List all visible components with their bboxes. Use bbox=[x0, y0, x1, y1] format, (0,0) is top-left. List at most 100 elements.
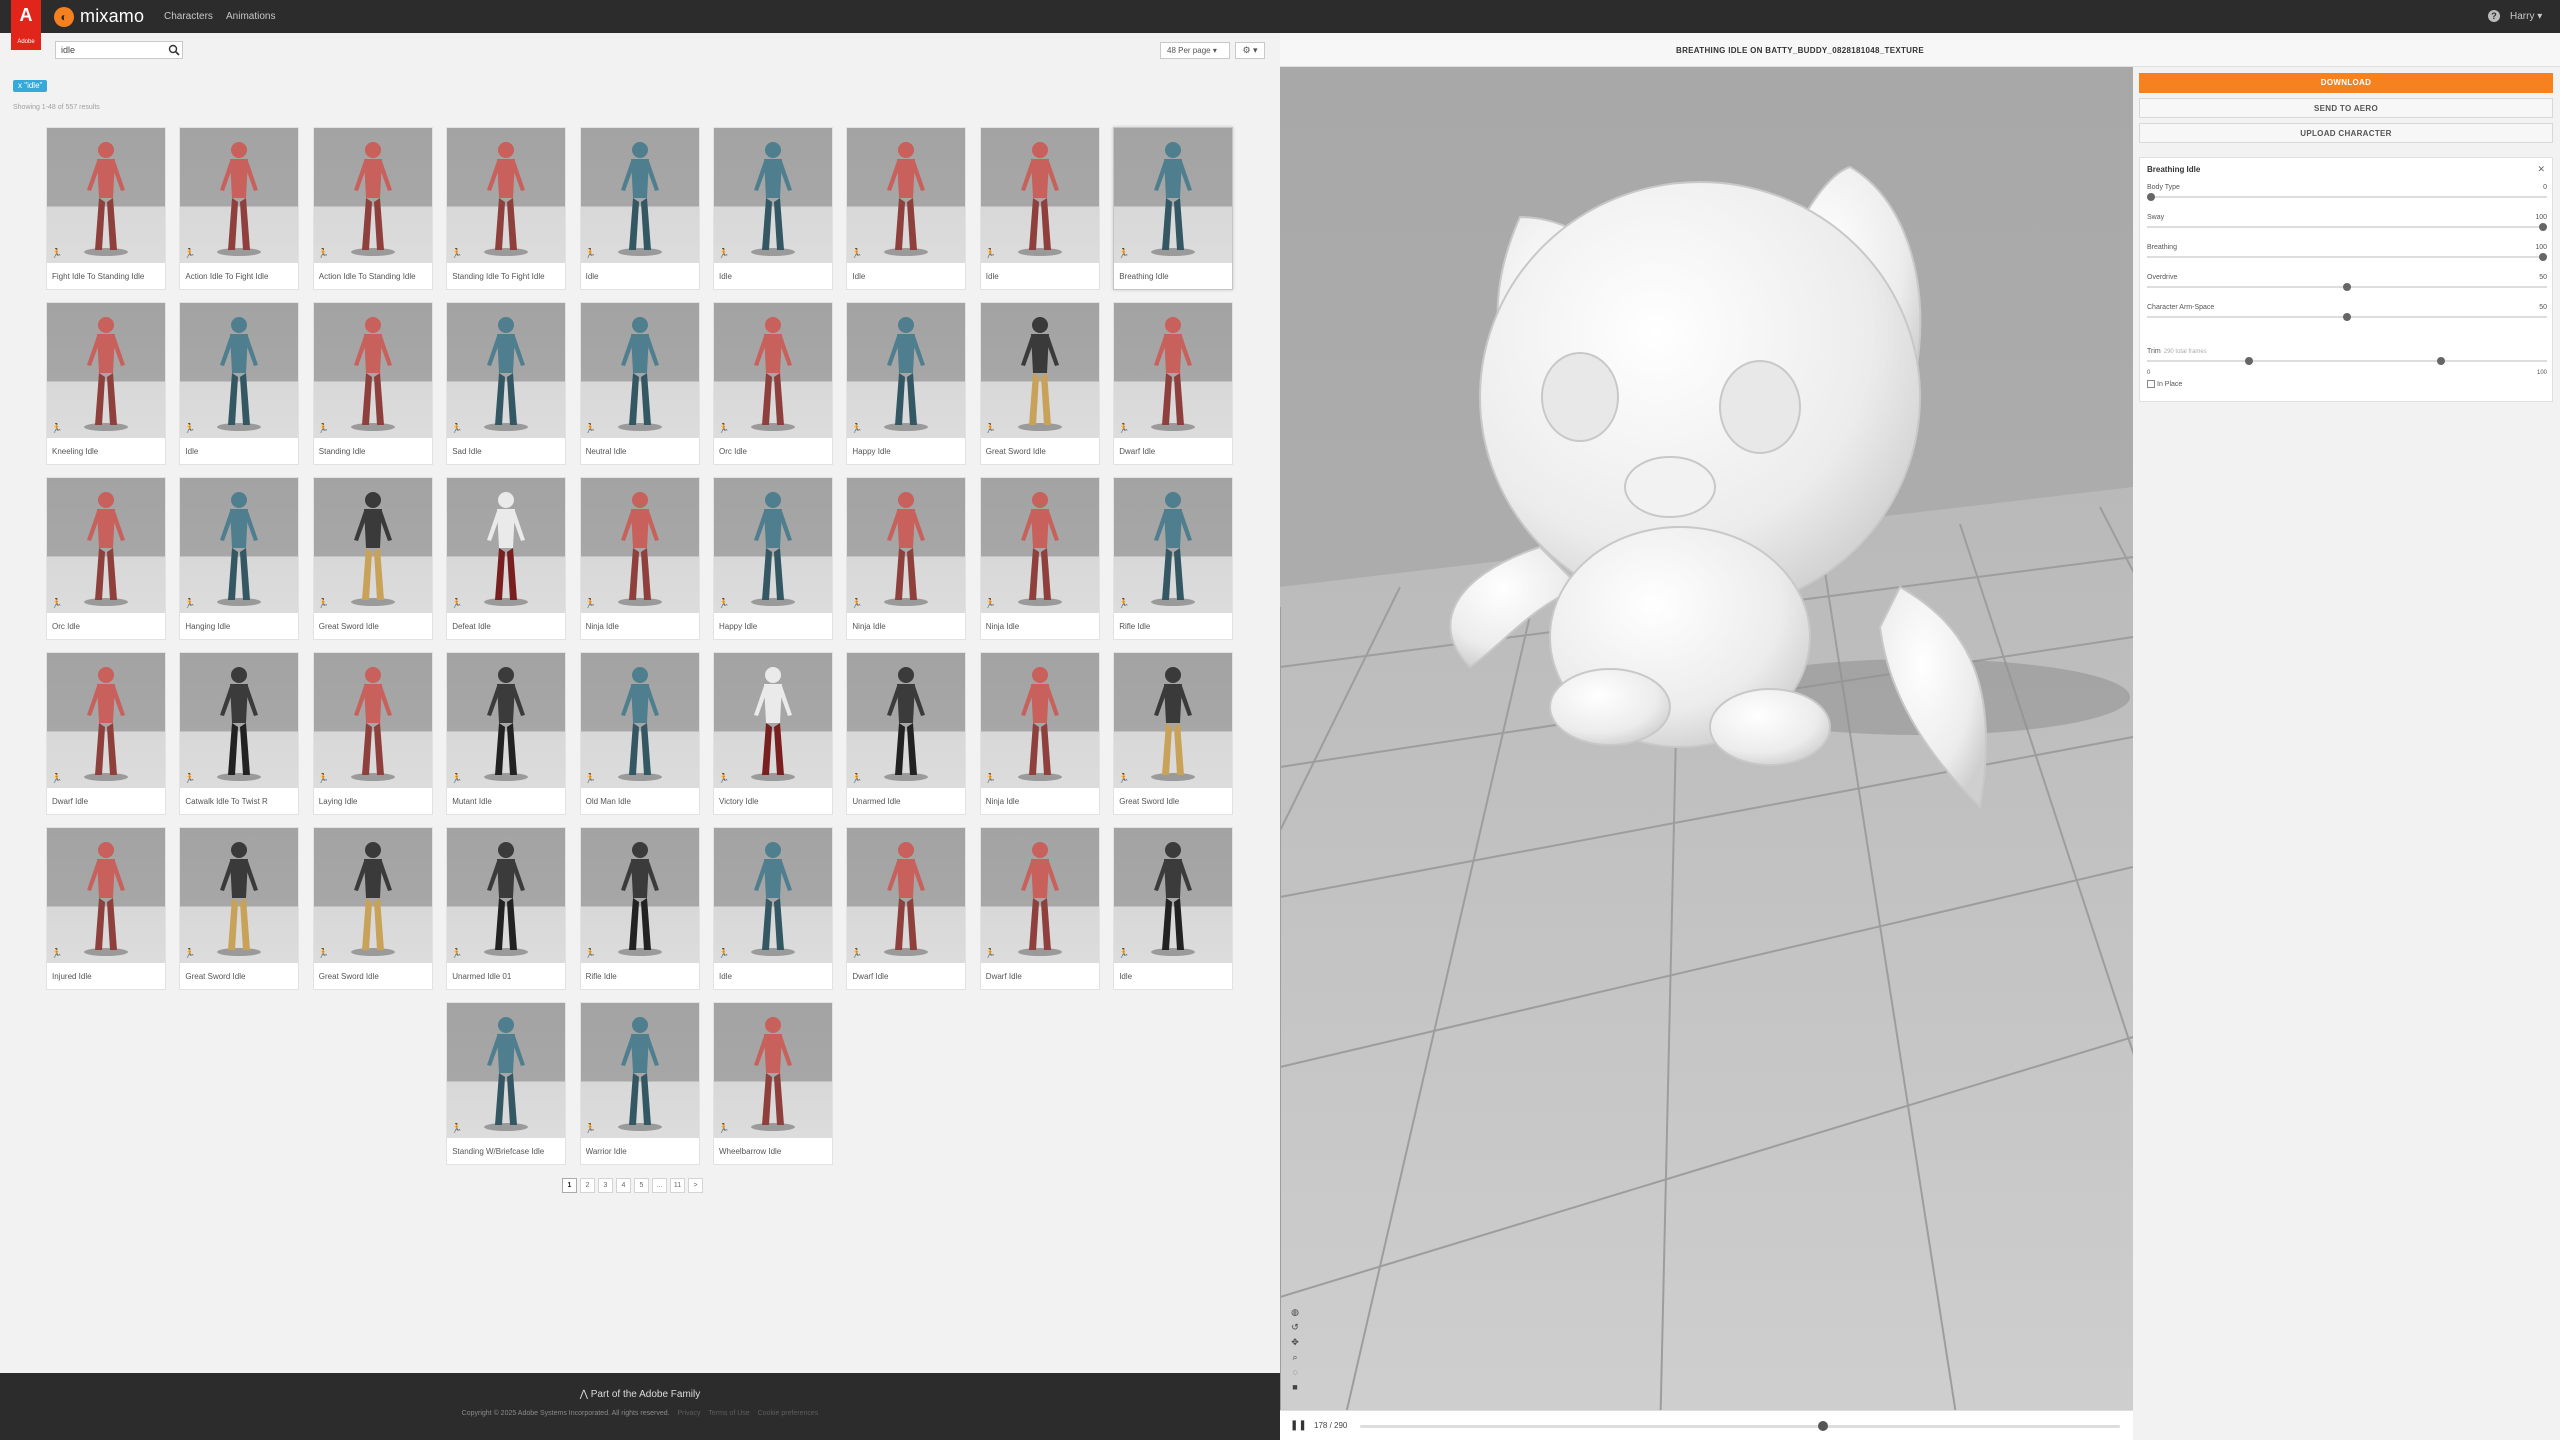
animation-card[interactable]: 🏃 Dwarf Idle bbox=[846, 827, 967, 990]
page-button[interactable]: 3 bbox=[598, 1178, 613, 1193]
animation-card[interactable]: 🏃 Happy Idle bbox=[846, 302, 967, 465]
param-slider-knob[interactable] bbox=[2539, 223, 2547, 231]
animation-card[interactable]: 🏃 Great Sword Idle bbox=[979, 302, 1100, 465]
param-slider-track[interactable] bbox=[2147, 223, 2547, 231]
search-icon[interactable] bbox=[168, 44, 180, 56]
param-slider-knob[interactable] bbox=[2343, 313, 2351, 321]
animation-card[interactable]: 🏃 Old Man Idle bbox=[579, 652, 700, 815]
animation-card[interactable]: 🏃 Standing W/Briefcase Idle bbox=[446, 1002, 567, 1165]
animation-card[interactable]: 🏃 Fight Idle To Standing Idle bbox=[46, 127, 166, 290]
page-button[interactable]: > bbox=[688, 1178, 703, 1193]
nav-animations-link[interactable]: Animations bbox=[226, 11, 275, 22]
animation-card[interactable]: 🏃 Neutral Idle bbox=[579, 302, 700, 465]
reset-view-icon[interactable]: ↺ bbox=[1290, 1322, 1300, 1332]
cookie-preferences-link[interactable]: Cookie preferences bbox=[758, 1410, 819, 1417]
animation-card[interactable]: 🏃 Great Sword Idle bbox=[179, 827, 300, 990]
animation-card[interactable]: 🏃 Kneeling Idle bbox=[46, 302, 166, 465]
animation-card[interactable]: 🏃 Standing Idle bbox=[312, 302, 433, 465]
filter-chip[interactable]: x "idle" bbox=[13, 80, 48, 92]
animation-card[interactable]: 🏃 Unarmed Idle bbox=[846, 652, 967, 815]
animation-card[interactable]: 🏃 Rifle Idle bbox=[1113, 477, 1234, 640]
animation-card[interactable]: 🏃 Ninja Idle bbox=[979, 652, 1100, 815]
animation-card[interactable]: 🏃 Injured Idle bbox=[46, 827, 166, 990]
close-icon[interactable]: ✕ bbox=[2537, 164, 2545, 175]
in-place-option[interactable]: In Place bbox=[2147, 380, 2182, 388]
animation-card[interactable]: 🏃 Orc Idle bbox=[46, 477, 166, 640]
animation-thumbnail: 🏃 bbox=[847, 653, 966, 788]
animation-card[interactable]: 🏃 Mutant Idle bbox=[446, 652, 567, 815]
animation-card[interactable]: 🏃 Ninja Idle bbox=[979, 477, 1100, 640]
animation-card[interactable]: 🏃 Action Idle To Fight Idle bbox=[179, 127, 300, 290]
animation-card[interactable]: 🏃 Breathing Idle bbox=[1113, 127, 1234, 290]
animation-card[interactable]: 🏃 Dwarf Idle bbox=[1113, 302, 1234, 465]
animation-card[interactable]: 🏃 Great Sword Idle bbox=[312, 827, 433, 990]
3d-viewport[interactable]: ◍ ↺ ✥ ⌕ ◌ ■ ❚❚ 178 / 290 bbox=[1280, 67, 2133, 1440]
user-menu[interactable]: Harry ▾ bbox=[2510, 11, 2542, 22]
animation-card[interactable]: 🏃 Action Idle To Standing Idle bbox=[312, 127, 433, 290]
animation-card[interactable]: 🏃 Rifle Idle bbox=[579, 827, 700, 990]
trim-end-handle[interactable] bbox=[2437, 357, 2446, 365]
animation-card[interactable]: 🏃 Idle bbox=[713, 127, 833, 290]
animation-card[interactable]: 🏃 Happy Idle bbox=[713, 477, 833, 640]
animation-card[interactable]: 🏃 Laying Idle bbox=[312, 652, 433, 815]
in-place-checkbox[interactable] bbox=[2147, 380, 2155, 388]
page-button[interactable]: 4 bbox=[616, 1178, 631, 1193]
animation-card[interactable]: 🏃 Hanging Idle bbox=[179, 477, 300, 640]
download-button[interactable]: DOWNLOAD bbox=[2139, 73, 2553, 93]
page-button[interactable]: ... bbox=[652, 1178, 667, 1193]
animation-card[interactable]: 🏃 Ninja Idle bbox=[579, 477, 700, 640]
nav-characters-link[interactable]: Characters bbox=[164, 11, 213, 22]
orbit-icon[interactable]: ◌ bbox=[1290, 1367, 1300, 1377]
privacy-link[interactable]: Privacy bbox=[678, 1410, 701, 1417]
zoom-icon[interactable]: ⌕ bbox=[1290, 1352, 1300, 1362]
animation-card[interactable]: 🏃 Unarmed Idle 01 bbox=[446, 827, 567, 990]
help-icon[interactable]: ? bbox=[2488, 10, 2500, 22]
animation-card[interactable]: 🏃 Standing Idle To Fight Idle bbox=[446, 127, 567, 290]
param-slider-knob[interactable] bbox=[2147, 193, 2155, 201]
animation-card[interactable]: 🏃 Warrior Idle bbox=[579, 1002, 700, 1165]
timeline-track[interactable] bbox=[1360, 1421, 2120, 1431]
animation-card[interactable]: 🏃 Great Sword Idle bbox=[1113, 652, 1234, 815]
adobe-logo[interactable]: A Adobe bbox=[11, 0, 41, 50]
animation-card[interactable]: 🏃 Great Sword Idle bbox=[312, 477, 433, 640]
pause-icon[interactable]: ❚❚ bbox=[1290, 1420, 1307, 1431]
animation-card[interactable]: 🏃 Defeat Idle bbox=[446, 477, 567, 640]
trim-start-handle[interactable] bbox=[2245, 357, 2253, 365]
timeline-scrubber[interactable] bbox=[1817, 1421, 1828, 1431]
globe-icon[interactable]: ◍ bbox=[1290, 1307, 1300, 1317]
param-slider-track[interactable] bbox=[2147, 313, 2547, 321]
animation-card[interactable]: 🏃 Idle bbox=[846, 127, 967, 290]
page-button[interactable]: 11 bbox=[670, 1178, 685, 1193]
pan-icon[interactable]: ✥ bbox=[1290, 1337, 1300, 1347]
mixamo-brand[interactable]: ◐ mixamo bbox=[54, 6, 144, 27]
page-button[interactable]: 2 bbox=[580, 1178, 595, 1193]
trim-slider-track[interactable] bbox=[2147, 357, 2547, 365]
settings-gear-button[interactable]: ⚙ ▾ bbox=[1235, 42, 1265, 59]
param-slider-knob[interactable] bbox=[2343, 283, 2351, 291]
animation-card[interactable]: 🏃 Dwarf Idle bbox=[979, 827, 1100, 990]
animation-card[interactable]: 🏃 Ninja Idle bbox=[846, 477, 967, 640]
animation-card[interactable]: 🏃 Victory Idle bbox=[713, 652, 833, 815]
param-slider-track[interactable] bbox=[2147, 253, 2547, 261]
param-slider-track[interactable] bbox=[2147, 283, 2547, 291]
animation-card[interactable]: 🏃 Idle bbox=[979, 127, 1100, 290]
upload-character-button[interactable]: UPLOAD CHARACTER bbox=[2139, 123, 2553, 143]
animation-card[interactable]: 🏃 Sad Idle bbox=[446, 302, 567, 465]
param-slider-track[interactable] bbox=[2147, 193, 2547, 201]
animation-card[interactable]: 🏃 Idle bbox=[713, 827, 833, 990]
page-button[interactable]: 5 bbox=[634, 1178, 649, 1193]
terms-link[interactable]: Terms of Use bbox=[708, 1410, 749, 1417]
camera-icon[interactable]: ■ bbox=[1290, 1382, 1300, 1392]
param-slider-knob[interactable] bbox=[2539, 253, 2547, 261]
animation-card[interactable]: 🏃 Wheelbarrow Idle bbox=[713, 1002, 833, 1165]
search-input[interactable] bbox=[56, 42, 164, 58]
per-page-select[interactable]: 48 Per page ▾ bbox=[1160, 42, 1230, 59]
animation-card[interactable]: 🏃 Idle bbox=[579, 127, 700, 290]
send-to-aero-button[interactable]: SEND TO AERO bbox=[2139, 98, 2553, 118]
animation-card[interactable]: 🏃 Idle bbox=[1113, 827, 1234, 990]
animation-card[interactable]: 🏃 Catwalk Idle To Twist R bbox=[179, 652, 300, 815]
animation-card[interactable]: 🏃 Idle bbox=[179, 302, 300, 465]
animation-card[interactable]: 🏃 Orc Idle bbox=[713, 302, 833, 465]
animation-card[interactable]: 🏃 Dwarf Idle bbox=[46, 652, 166, 815]
page-button[interactable]: 1 bbox=[562, 1178, 577, 1193]
